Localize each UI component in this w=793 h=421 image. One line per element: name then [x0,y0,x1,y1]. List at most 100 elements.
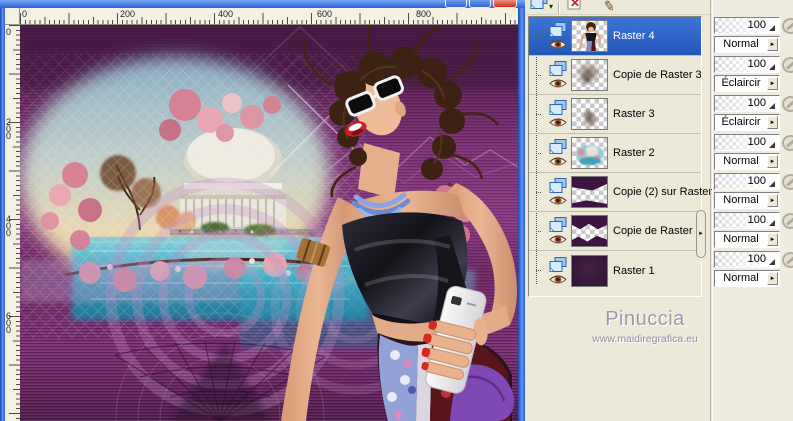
minimize-button[interactable] [445,0,467,8]
link-toggle-icon[interactable] [782,135,793,151]
maximize-button[interactable] [469,0,491,8]
layer-row-copie2-sur-raster1[interactable]: Copie (2) sur Raster 1 [529,173,721,212]
layer-row-raster3[interactable]: Raster 3 [529,95,701,134]
link-toggle-icon[interactable] [782,174,793,190]
raster-pages-icon [549,139,567,155]
layer-controls-raster4: 100 Normal ► [714,17,793,53]
blend-mode-select[interactable]: Normal ► [714,36,780,53]
layers-palette: ▾ ✕ ✎ Raster 4 Copie de Raster 3 Raster … [525,0,793,421]
layer-name: Raster 4 [613,30,655,42]
ruler-label: 400 [6,214,12,238]
blend-mode-select[interactable]: Éclaircir ► [714,75,780,92]
eye-icon[interactable] [549,117,567,128]
toolbar-separator [558,2,560,14]
layer-row-raster1[interactable]: Raster 1 [529,251,701,291]
opacity-slider[interactable]: 100 [714,212,780,229]
blend-opacity-column: 100 Normal ► 100 Éclaircir ► 100 Éclairc… [713,0,793,421]
layer-name: Raster 3 [613,108,655,120]
blend-mode-select[interactable]: Normal ► [714,192,780,209]
blend-dropdown-arrow-icon[interactable]: ► [767,38,778,51]
window-border-right [518,8,525,421]
layer-row-raster2[interactable]: Raster 2 [529,134,701,173]
blend-mode-value: Normal [723,194,759,206]
layer-thumbnail[interactable] [571,137,608,169]
eye-icon[interactable] [549,39,567,50]
layer-controls-raster3: 100 Éclaircir ► [714,95,793,131]
splitter-arrow-icon: ► [698,231,704,237]
link-toggle-icon[interactable] [782,213,793,229]
watermark-name: Pinuccia [605,308,685,330]
layer-name: Raster 1 [613,265,655,277]
layer-row-raster4[interactable]: Raster 4 [529,17,701,56]
delete-x-glyph: ✕ [570,0,581,10]
eye-icon[interactable] [549,274,567,285]
opacity-slider[interactable]: 100 [714,17,780,34]
link-toggle-icon[interactable] [782,96,793,112]
blend-mode-value: Normal [723,38,759,50]
layer-thumbnail[interactable] [571,255,608,287]
ruler-label: 800 [416,9,432,19]
blend-dropdown-arrow-icon[interactable]: ► [767,272,778,285]
layer-controls-copie-de-raster3: 100 Éclaircir ► [714,56,793,92]
blend-dropdown-arrow-icon[interactable]: ► [767,155,778,168]
watermark-site: www.maidiregrafica.eu [592,333,698,345]
layer-controls-raster1: 100 Normal ► [714,251,793,287]
ruler-label: 0 [6,27,12,37]
layer-row-copie-de-raster1[interactable]: Copie de Raster 1 [529,212,702,251]
layer-thumbnail[interactable] [571,20,608,52]
eye-icon[interactable] [549,156,567,167]
blend-mode-select[interactable]: Éclaircir ► [714,114,780,131]
screen: 0 200 400 600 800 0 200 400 600 ▾ ✕ ✎ Ra… [0,0,793,421]
opacity-slider[interactable]: 100 [714,251,780,268]
close-button[interactable] [493,0,517,8]
link-toggle-icon[interactable] [782,57,793,73]
layer-controls-copie-de-raster1: 100 Normal ► [714,212,793,248]
opacity-slider[interactable]: 100 [714,95,780,112]
eye-icon[interactable] [549,234,567,245]
layer-thumbnail[interactable] [571,215,608,247]
blend-mode-value: Normal [723,233,759,245]
opacity-slider[interactable]: 100 [714,134,780,151]
new-layer-icon[interactable] [530,0,548,14]
layer-row-copie-de-raster3[interactable]: Copie de Raster 3 [529,56,702,95]
blend-mode-select[interactable]: Normal ► [714,270,780,287]
opacity-slider[interactable]: 100 [714,56,780,73]
blend-dropdown-arrow-icon[interactable]: ► [767,233,778,246]
new-layer-dropdown-icon[interactable]: ▾ [549,2,553,14]
blend-dropdown-arrow-icon[interactable]: ► [767,116,778,129]
layer-thumbnail[interactable] [571,176,608,208]
ruler-label: 600 [317,9,333,19]
layer-name: Copie (2) sur Raster 1 [613,186,722,198]
blend-mode-select[interactable]: Normal ► [714,231,780,248]
layer-controls-copie2-sur-raster1: 100 Normal ► [714,173,793,209]
opacity-slider[interactable]: 100 [714,173,780,190]
raster-pages-icon [549,100,567,116]
blend-mode-value: Normal [723,155,759,167]
palette-splitter-handle[interactable]: ► [696,210,706,258]
raster-pages-icon [549,178,567,194]
raster-pages-icon [549,61,567,77]
ruler-label: 200 [6,117,12,141]
layer-name: Copie de Raster 1 [613,225,702,237]
raster-pages-icon [549,257,567,273]
ruler-corner-box [5,8,20,25]
layer-thumbnail[interactable] [571,59,608,91]
watermark: Pinuccia www.maidiregrafica.eu [555,308,735,345]
eye-icon[interactable] [549,195,567,206]
link-toggle-icon[interactable] [782,252,793,268]
blend-dropdown-arrow-icon[interactable]: ► [767,77,778,90]
ruler-label: 400 [218,9,234,19]
layer-thumbnail[interactable] [571,98,608,130]
layer-controls-raster2: 100 Normal ► [714,134,793,170]
edit-pen-icon[interactable]: ✎ [601,0,616,14]
delete-layer-icon[interactable]: ✕ [567,0,581,14]
link-toggle-icon[interactable] [782,18,793,34]
eye-icon[interactable] [549,78,567,89]
canvas-image[interactable] [20,25,518,421]
ruler-label: 200 [120,9,136,19]
horizontal-ruler: 0 200 400 600 800 [20,8,518,25]
blend-mode-select[interactable]: Normal ► [714,153,780,170]
blend-dropdown-arrow-icon[interactable]: ► [767,194,778,207]
blend-mode-value: Éclaircir [721,77,761,89]
raster-pages-icon [549,22,567,38]
